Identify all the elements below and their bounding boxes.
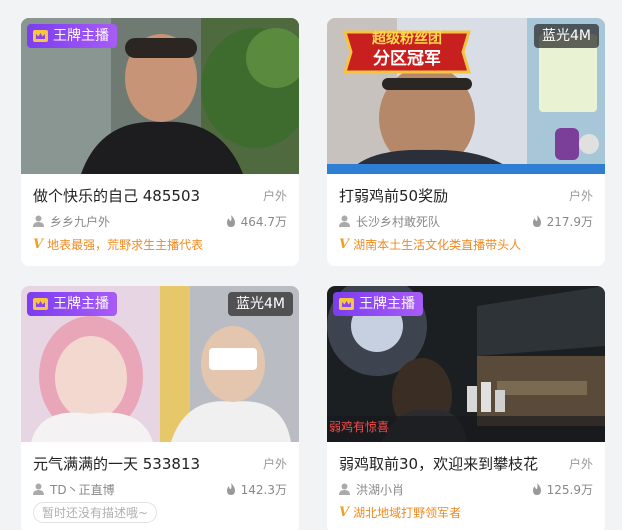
fan-club-subtitle: 分区冠军 xyxy=(373,49,441,69)
quality-badge: 蓝光4M xyxy=(228,292,293,316)
user-icon xyxy=(339,483,350,495)
host-info[interactable]: 乡乡九户外 xyxy=(33,213,110,230)
stream-card[interactable]: 王牌主播 弱鸡有惊喜 弱鸡取前30，欢迎来到攀枝花 户外 洪湖小肖 125.9万 xyxy=(327,286,605,530)
flame-icon xyxy=(226,215,235,227)
stream-category[interactable]: 户外 xyxy=(263,187,287,204)
host-info[interactable]: 洪湖小肖 xyxy=(339,481,404,498)
user-icon xyxy=(339,215,350,227)
view-count: 464.7万 xyxy=(226,213,287,230)
host-info[interactable]: 长沙乡村敢死队 xyxy=(339,213,440,230)
view-count-value: 217.9万 xyxy=(546,214,593,229)
stream-title[interactable]: 弱鸡取前30，欢迎来到攀枝花 xyxy=(339,453,538,474)
crown-icon xyxy=(33,298,48,310)
flame-icon xyxy=(532,215,541,227)
stream-category[interactable]: 户外 xyxy=(569,187,593,204)
view-count: 142.3万 xyxy=(226,481,287,498)
streamer-tagline: V 地表最强，荒野求生主播代表 xyxy=(33,234,287,254)
badge-label: 王牌主播 xyxy=(53,28,109,44)
quality-badge: 蓝光4M xyxy=(534,24,599,48)
flame-icon xyxy=(226,483,235,495)
v-verified-icon: V xyxy=(339,504,350,520)
tagline-text: 地表最强，荒野求生主播代表 xyxy=(47,237,204,252)
streamer-tagline: V 湖北地域打野领军者 xyxy=(339,502,593,522)
ace-streamer-badge: 王牌主播 xyxy=(27,24,117,48)
stream-category[interactable]: 户外 xyxy=(569,455,593,472)
view-count: 217.9万 xyxy=(532,213,593,230)
badge-label: 王牌主播 xyxy=(53,296,109,312)
tagline-text: 湖北地域打野领军者 xyxy=(353,505,462,520)
user-icon xyxy=(33,215,44,227)
stream-category[interactable]: 户外 xyxy=(263,455,287,472)
host-name: 洪湖小肖 xyxy=(356,482,405,497)
host-info[interactable]: TD丶正直博 xyxy=(33,481,115,498)
stream-title[interactable]: 元气满满的一天 533813 xyxy=(33,453,200,474)
tagline-text: 湖南本土生活文化类直播带头人 xyxy=(353,237,522,252)
view-count: 125.9万 xyxy=(532,481,593,498)
stream-card[interactable]: 王牌主播 做个快乐的自己 485503 户外 乡乡九户外 464.7万 V 地表… xyxy=(21,18,299,266)
stream-card[interactable]: 王牌主播 蓝光4M 元气满满的一天 533813 户外 TD丶正直博 142.3… xyxy=(21,286,299,530)
v-verified-icon: V xyxy=(339,236,350,252)
host-name: TD丶正直博 xyxy=(50,482,115,497)
user-icon xyxy=(33,483,44,495)
stream-thumbnail[interactable]: 王牌主播 弱鸡有惊喜 xyxy=(327,286,605,442)
ace-streamer-badge: 王牌主播 xyxy=(333,292,423,316)
host-name: 长沙乡村敢死队 xyxy=(356,214,441,229)
fan-club-title: 超级粉丝团 xyxy=(372,31,442,47)
stream-thumbnail[interactable]: 王牌主播 xyxy=(21,18,299,174)
host-name: 乡乡九户外 xyxy=(50,214,111,229)
overlay-caption: 弱鸡有惊喜 xyxy=(329,420,390,434)
stream-card[interactable]: 超级粉丝团 分区冠军 蓝光4M 打弱鸡前50奖励 户外 长沙乡村敢死队 217.… xyxy=(327,18,605,266)
stream-title[interactable]: 打弱鸡前50奖励 xyxy=(339,185,448,206)
badge-label: 王牌主播 xyxy=(359,296,415,312)
flame-icon xyxy=(532,483,541,495)
view-count-value: 142.3万 xyxy=(240,482,287,497)
stream-thumbnail[interactable]: 王牌主播 蓝光4M xyxy=(21,286,299,442)
stream-title[interactable]: 做个快乐的自己 485503 xyxy=(33,185,200,206)
view-count-value: 464.7万 xyxy=(240,214,287,229)
empty-description-pill: 暂时还没有描述哦~ xyxy=(33,502,158,523)
crown-icon xyxy=(33,30,48,42)
v-verified-icon: V xyxy=(33,236,44,252)
streamer-tagline: V 湖南本土生活文化类直播带头人 xyxy=(339,234,593,254)
view-count-value: 125.9万 xyxy=(546,482,593,497)
crown-icon xyxy=(339,298,354,310)
stream-thumbnail[interactable]: 超级粉丝团 分区冠军 蓝光4M xyxy=(327,18,605,174)
ace-streamer-badge: 王牌主播 xyxy=(27,292,117,316)
